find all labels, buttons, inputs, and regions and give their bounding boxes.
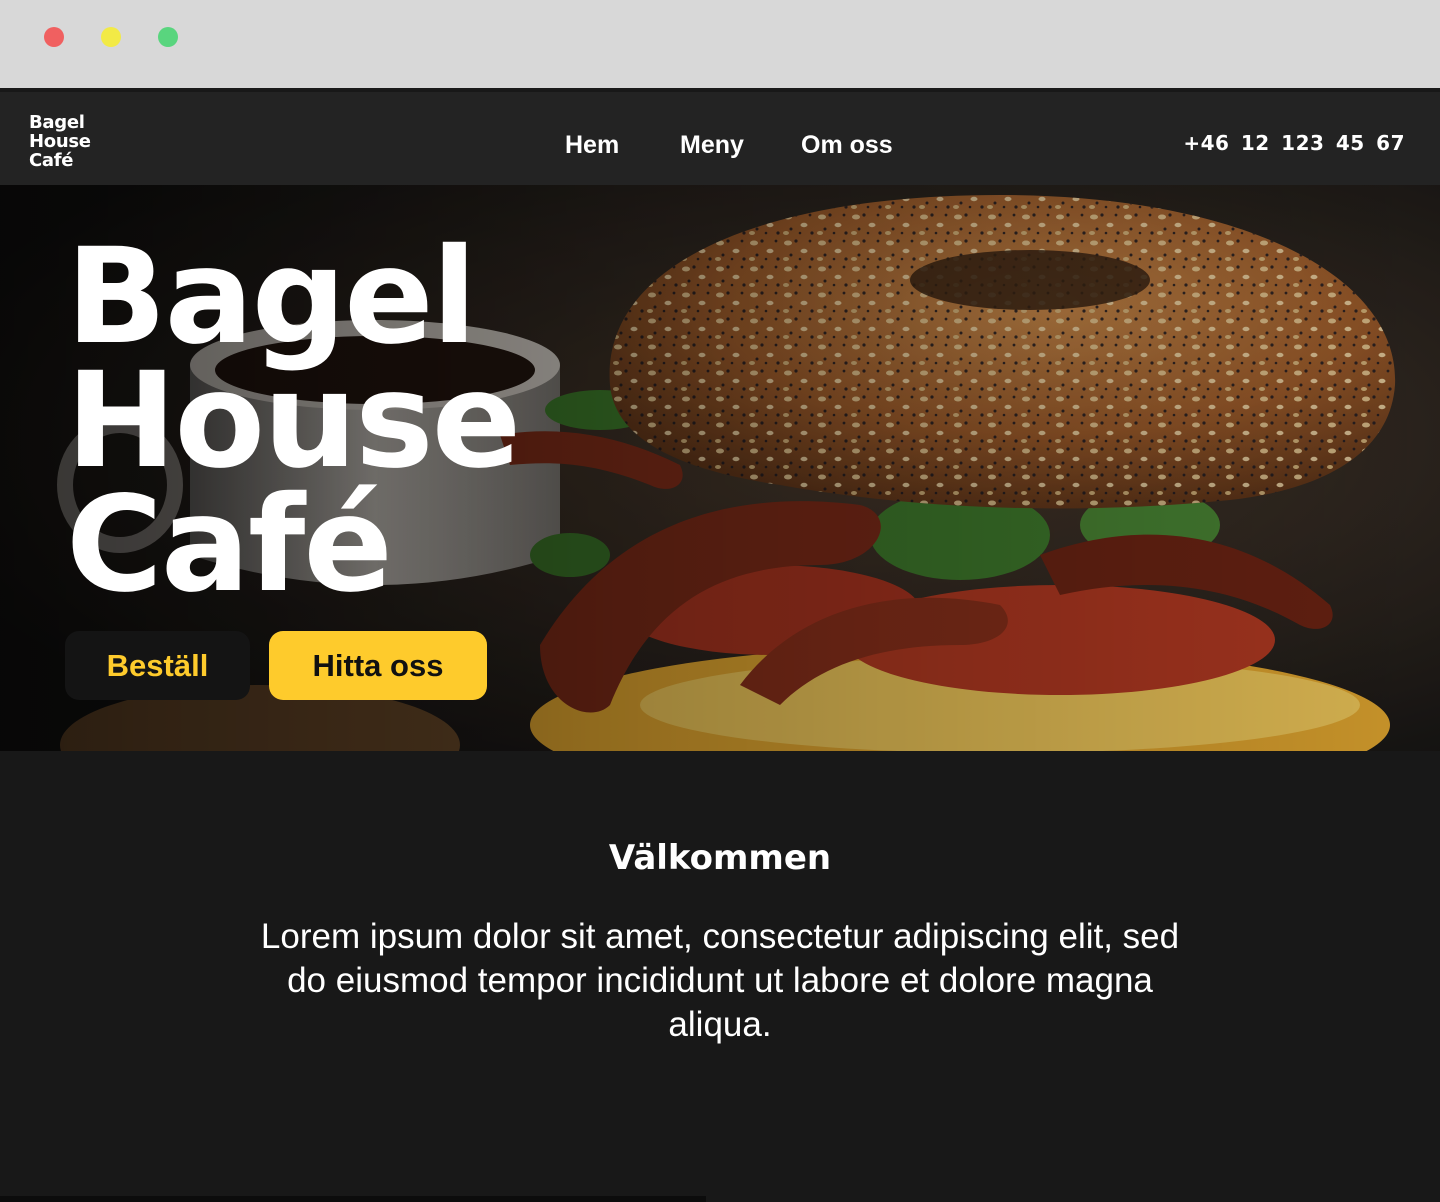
nav-link-hem[interactable]: Hem (565, 128, 619, 162)
welcome-heading: Välkommen (608, 838, 832, 878)
nav-link-meny[interactable]: Meny (680, 128, 744, 162)
order-button[interactable]: Beställ (65, 631, 250, 700)
nav-link-om-oss[interactable]: Om oss (801, 128, 893, 162)
hero-title: Bagel House Café (66, 220, 521, 622)
hero-title-line: House (66, 344, 521, 498)
hero-title-line: Café (66, 468, 393, 622)
next-section-edge (0, 1196, 706, 1202)
hero-title-line: Bagel (66, 220, 477, 374)
minimize-window-button[interactable] (101, 27, 121, 47)
phone-number-link[interactable]: +46 12 123 45 67 (1183, 128, 1405, 158)
find-us-button[interactable]: Hitta oss (269, 631, 487, 700)
browser-chrome (0, 0, 1440, 90)
welcome-text: Lorem ipsum dolor sit amet, consectetur … (260, 917, 1180, 1044)
close-window-button[interactable] (44, 27, 64, 47)
maximize-window-button[interactable] (158, 27, 178, 47)
